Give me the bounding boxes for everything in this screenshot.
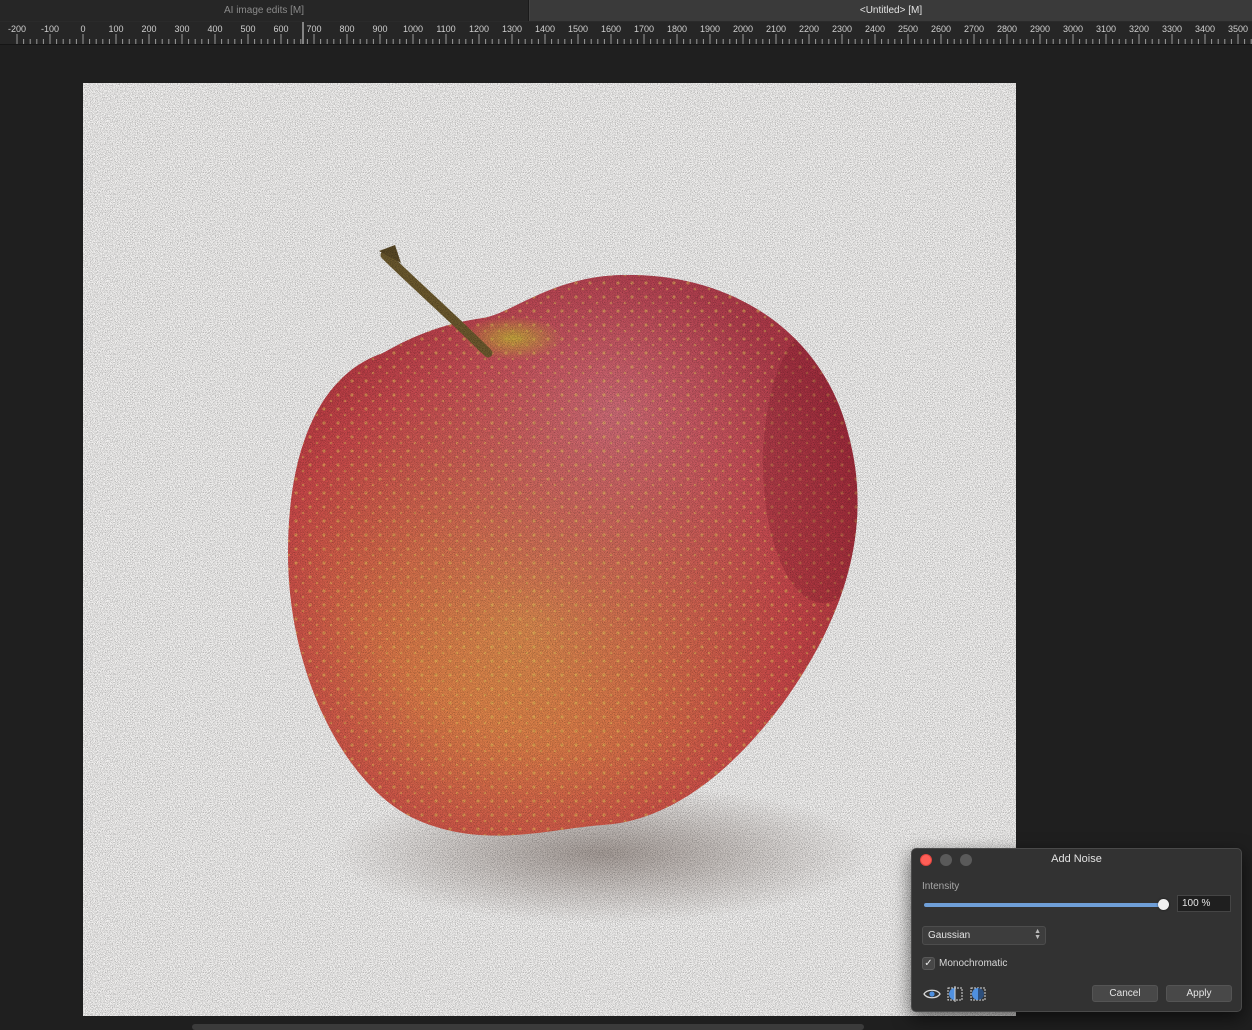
ruler-label: 700 — [306, 24, 322, 34]
ruler-label: 3000 — [1062, 24, 1084, 34]
ruler-label: 200 — [141, 24, 157, 34]
ruler-label: 2000 — [732, 24, 754, 34]
ruler-label: 2900 — [1029, 24, 1051, 34]
ruler-label: 1900 — [699, 24, 721, 34]
ruler-label: 3400 — [1194, 24, 1216, 34]
ruler-label: 1800 — [666, 24, 688, 34]
ruler-label: 1400 — [534, 24, 556, 34]
ruler-label: 2200 — [798, 24, 820, 34]
tab-untitled[interactable]: <Untitled> [M] — [529, 0, 1252, 21]
apply-button[interactable]: Apply — [1166, 985, 1232, 1002]
preview-mode-icons — [922, 985, 988, 1002]
select-arrows-icon: ▲ ▼ — [1034, 928, 1041, 941]
ruler-label: 3100 — [1095, 24, 1117, 34]
ruler-label: 3500 — [1227, 24, 1249, 34]
ruler-label: 2300 — [831, 24, 853, 34]
mirror-compare-icon[interactable] — [968, 985, 988, 1002]
artboard-image[interactable] — [83, 83, 1016, 1016]
split-compare-icon[interactable] — [945, 985, 965, 1002]
ruler-label: 100 — [108, 24, 124, 34]
ruler-label: 1600 — [600, 24, 622, 34]
add-noise-dialog: Add Noise Intensity 100 % Gaussian ▲ ▼ ✓ … — [911, 848, 1242, 1012]
intensity-label: Intensity — [922, 881, 960, 892]
eye-icon[interactable] — [922, 985, 942, 1002]
dialog-title: Add Noise — [1051, 853, 1102, 865]
monochromatic-label: Monochromatic — [939, 958, 1008, 969]
ruler-label: 2800 — [996, 24, 1018, 34]
ruler-label: 400 — [207, 24, 223, 34]
ruler-label: 2600 — [930, 24, 952, 34]
ruler-label: 3300 — [1161, 24, 1183, 34]
horizontal-ruler[interactable]: -200 -100 0 100 200 300 400 500 600 700 800 900 1000… — [0, 22, 1252, 45]
monochromatic-checkbox[interactable]: ✓ — [922, 957, 935, 970]
ruler-label: 0 — [80, 24, 86, 34]
ruler-label: 2100 — [765, 24, 787, 34]
slider-thumb[interactable] — [1158, 899, 1169, 910]
ruler-label: 1500 — [567, 24, 589, 34]
ruler-label: 1000 — [402, 24, 424, 34]
document-tab-bar: AI image edits [M] <Untitled> [M] — [0, 0, 1252, 22]
cancel-button[interactable]: Cancel — [1092, 985, 1158, 1002]
ruler-label: 1700 — [633, 24, 655, 34]
dialog-titlebar[interactable]: Add Noise — [912, 849, 1241, 871]
intensity-value-field[interactable]: 100 % — [1177, 895, 1231, 912]
ruler-label: 1100 — [436, 24, 456, 34]
ruler-label: 900 — [372, 24, 388, 34]
ruler-label: 600 — [273, 24, 289, 34]
ruler-label: 300 — [174, 24, 190, 34]
horizontal-scrollbar[interactable] — [192, 1024, 864, 1030]
ruler-label: 500 — [240, 24, 256, 34]
noise-type-value: Gaussian — [928, 930, 971, 941]
ruler-label: 2400 — [864, 24, 886, 34]
ruler-label: 2500 — [897, 24, 919, 34]
ruler-label: 2700 — [963, 24, 985, 34]
tab-ai-image-edits[interactable]: AI image edits [M] — [0, 0, 529, 21]
ruler-label: 800 — [339, 24, 355, 34]
ruler-label: 3200 — [1128, 24, 1150, 34]
ruler-label: -200 — [7, 24, 27, 34]
apple-image — [83, 83, 1016, 1016]
ruler-label: 1200 — [468, 24, 490, 34]
slider-fill — [924, 903, 1164, 907]
intensity-slider[interactable] — [924, 899, 1169, 911]
noise-type-select[interactable]: Gaussian ▲ ▼ — [922, 926, 1046, 945]
ruler-label: 1300 — [501, 24, 523, 34]
ruler-label: -100 — [40, 24, 60, 34]
